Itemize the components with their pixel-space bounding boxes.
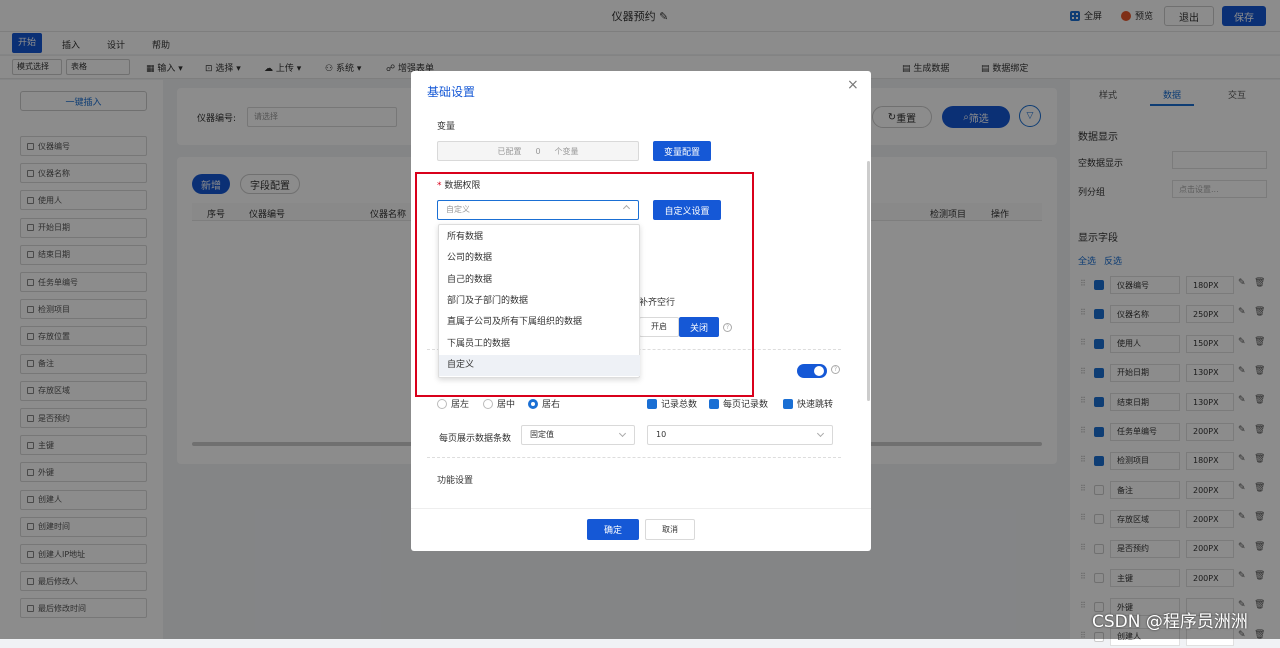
page-size-mode-select[interactable]: 固定值 bbox=[521, 425, 635, 445]
function-settings-label: 功能设置 bbox=[437, 476, 474, 486]
variables-label: 变量 bbox=[437, 122, 456, 132]
checkbox-icon bbox=[709, 398, 719, 409]
radio-icon bbox=[437, 398, 447, 409]
modal-footer-divider bbox=[411, 508, 871, 509]
radio-icon bbox=[483, 398, 493, 409]
align-left-radio[interactable]: 居左 bbox=[437, 397, 469, 410]
cancel-button[interactable]: 取消 bbox=[645, 519, 695, 540]
dropdown-option[interactable]: 公司的数据 bbox=[439, 248, 640, 269]
checkbox-icon bbox=[647, 398, 657, 409]
variable-config-button[interactable]: 变量配置 bbox=[653, 141, 711, 161]
dropdown-option[interactable]: 所有数据 bbox=[439, 227, 640, 248]
checkbox-icon bbox=[783, 398, 793, 409]
configured-variables-box: 已配置 0 个变量 bbox=[437, 141, 639, 161]
chevron-down-icon bbox=[618, 429, 627, 438]
align-right-radio[interactable]: 居右 bbox=[528, 397, 560, 410]
per-page-records-checkbox[interactable]: 每页记录数 bbox=[709, 397, 768, 410]
page-size-label: 每页展示数据条数 bbox=[439, 434, 512, 444]
radio-selected-icon bbox=[528, 398, 538, 409]
modal-scrollbar[interactable] bbox=[867, 161, 870, 401]
watermark: CSDN @程序员洲洲 bbox=[1092, 612, 1248, 632]
configured-prefix: 已配置 bbox=[497, 146, 522, 156]
dropdown-option[interactable]: 直属子公司及所有下属组织的数据 bbox=[439, 312, 640, 333]
modal-title: 基础设置 bbox=[427, 85, 476, 99]
configured-suffix: 个变量 bbox=[554, 146, 579, 156]
quick-jump-checkbox[interactable]: 快速跳转 bbox=[783, 397, 833, 410]
close-icon[interactable]: × bbox=[847, 77, 859, 93]
toggle-switch[interactable] bbox=[797, 364, 827, 378]
page-size-value-select[interactable]: 10 bbox=[647, 425, 833, 445]
dropdown-option[interactable]: 自定义 bbox=[439, 354, 640, 376]
chevron-down-icon bbox=[816, 429, 825, 438]
dropdown-option[interactable]: 下属员工的数据 bbox=[439, 334, 640, 355]
record-total-checkbox[interactable]: 记录总数 bbox=[647, 397, 697, 410]
permission-dropdown: 所有数据 公司的数据 自己的数据 部门及子部门的数据 直属子公司及所有下属组织的数据 下属… bbox=[438, 224, 640, 378]
help-icon[interactable]: ? bbox=[831, 365, 840, 374]
dropdown-option[interactable]: 自己的数据 bbox=[439, 270, 640, 291]
configured-count: 0 bbox=[535, 146, 541, 156]
confirm-button[interactable]: 确定 bbox=[587, 519, 639, 540]
align-center-radio[interactable]: 居中 bbox=[483, 397, 515, 410]
dropdown-option[interactable]: 部门及子部门的数据 bbox=[439, 291, 640, 312]
divider bbox=[427, 457, 841, 458]
